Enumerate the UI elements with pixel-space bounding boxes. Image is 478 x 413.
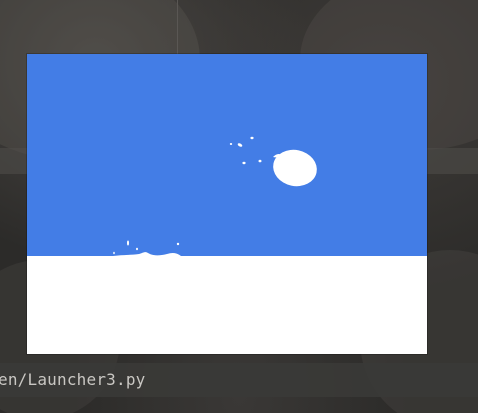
splash-droplet <box>176 242 180 246</box>
droplet <box>242 161 246 165</box>
splash-droplet <box>113 251 115 255</box>
splash-droplet <box>127 240 129 246</box>
splash-droplet <box>136 247 138 251</box>
ground <box>27 252 427 354</box>
droplet <box>258 159 262 163</box>
droplet <box>250 136 254 140</box>
sky <box>27 54 427 256</box>
background-divider <box>177 0 178 54</box>
desktop-background: en/Launcher3.py <box>0 0 478 413</box>
game-canvas[interactable] <box>27 54 427 354</box>
script-path-text: en/Launcher3.py <box>0 370 146 389</box>
game-window[interactable] <box>27 54 427 354</box>
droplet <box>229 143 233 145</box>
